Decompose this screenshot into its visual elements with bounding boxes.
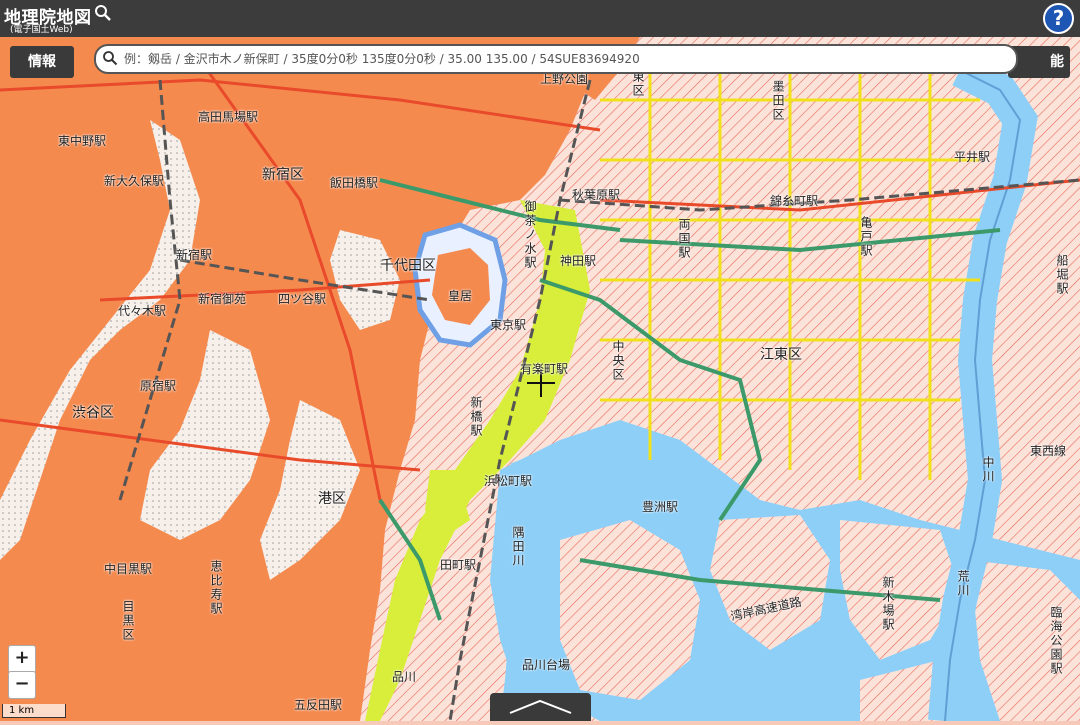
label-sumida-river: 隅田川 xyxy=(511,526,525,568)
label-tokyo-station: 東京駅 xyxy=(490,318,527,332)
label-yoyogi-station: 代々木駅 xyxy=(118,304,167,318)
label-imperial-palace: 皇居 xyxy=(448,289,473,303)
label-iidabashi-station: 飯田橋駅 xyxy=(330,176,379,190)
label-akihabara-station: 秋葉原駅 xyxy=(572,188,621,202)
label-shinagawa-daiba: 品川台場 xyxy=(522,658,571,672)
scale-bar: 1 km xyxy=(2,704,66,718)
label-koto-ward: 江東区 xyxy=(760,347,802,363)
top-bar: 地理院地図 (電子国土Web) ? xyxy=(0,0,1080,37)
label-shibuya-ward: 渋谷区 xyxy=(72,405,114,421)
label-chiyoda-ward: 千代田区 xyxy=(380,258,436,274)
label-hamamatsucho-station: 浜松町駅 xyxy=(484,474,533,488)
app-subtitle: (電子国土Web) xyxy=(10,25,73,35)
label-shinagawa: 品川 xyxy=(392,670,417,684)
label-shinbashi-station: 新橋駅 xyxy=(469,396,483,438)
label-rinkai-park-station: 臨海公園駅 xyxy=(1049,606,1063,676)
label-chuo-ward: 中央区 xyxy=(611,340,625,382)
label-tamachi-station: 田町駅 xyxy=(440,558,477,572)
label-tozai-line: 東西線 xyxy=(1030,444,1067,458)
label-naka-river: 中川 xyxy=(981,456,995,484)
chevron-up-icon xyxy=(509,699,572,714)
label-sumida-ward: 墨田区 xyxy=(771,80,785,122)
label-hirai-station: 平井駅 xyxy=(954,150,991,164)
label-shinjuku-ward: 新宿区 xyxy=(262,167,304,183)
label-yotsuya-station: 四ツ谷駅 xyxy=(278,292,327,306)
help-button[interactable]: ? xyxy=(1043,3,1074,34)
search-bar xyxy=(94,44,1018,74)
label-minato-ward: 港区 xyxy=(318,491,346,507)
label-takadanobaba-station: 高田馬場駅 xyxy=(198,110,259,124)
label-gotanda-station: 五反田駅 xyxy=(294,698,343,712)
label-harajuku-station: 原宿駅 xyxy=(140,379,177,393)
bottom-panel-toggle[interactable] xyxy=(490,693,591,721)
label-shinokubo-station: 新大久保駅 xyxy=(104,174,165,188)
search-icon[interactable] xyxy=(102,50,118,66)
search-icon[interactable] xyxy=(94,4,112,22)
label-kanda-station: 神田駅 xyxy=(560,254,597,268)
label-shinjuku-station: 新宿駅 xyxy=(176,248,213,262)
label-ryogoku-station: 両国駅 xyxy=(677,218,691,260)
zoom-out-button[interactable]: − xyxy=(8,671,36,699)
label-shinkiba-station: 新木場駅 xyxy=(881,576,895,632)
label-toyosu-station: 豊洲駅 xyxy=(642,500,679,514)
label-shinjuku-gyoen: 新宿御苑 xyxy=(198,292,247,306)
zoom-in-button[interactable]: + xyxy=(8,645,36,673)
label-ochanomizu-station: 御茶ノ水駅 xyxy=(523,200,537,270)
label-kameido-station: 亀戸駅 xyxy=(859,216,873,258)
label-yurakucho-station: 有楽町駅 xyxy=(520,362,569,376)
label-higashinakano-station: 東中野駅 xyxy=(58,134,107,148)
label-taito-ward: 東区 xyxy=(631,70,645,98)
search-input[interactable] xyxy=(122,48,1006,70)
label-ebisu-station: 恵比寿駅 xyxy=(209,560,223,616)
label-arakawa-river: 荒川 xyxy=(956,570,970,598)
label-funabori-station: 船堀駅 xyxy=(1055,254,1069,296)
label-meguro-ward: 目黒区 xyxy=(121,600,135,642)
info-button[interactable]: 情報 xyxy=(10,46,74,78)
label-kinshicho-station: 錦糸町駅 xyxy=(770,194,819,208)
label-nakameguro-station: 中目黒駅 xyxy=(104,562,153,576)
